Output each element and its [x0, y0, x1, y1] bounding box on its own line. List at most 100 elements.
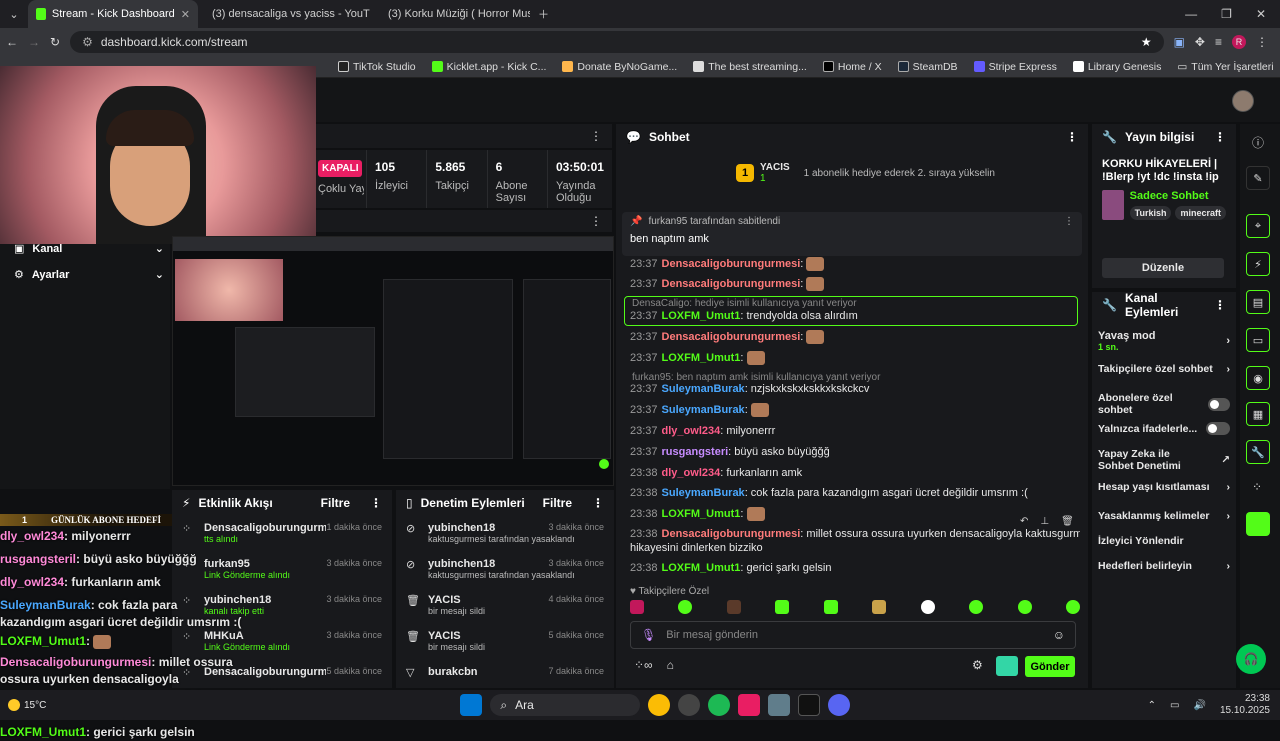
emote-icon[interactable] [823, 600, 838, 614]
profile-avatar[interactable]: R [1232, 35, 1246, 49]
filter-button[interactable]: Filtre [321, 496, 350, 510]
message-user[interactable]: rusgangsteri [662, 446, 729, 458]
chrome-icon[interactable] [648, 694, 671, 716]
maximize-icon[interactable]: ❐ [1221, 7, 1232, 21]
close-icon[interactable]: ✕ [181, 8, 190, 21]
extensions-icon[interactable]: ▣ [1174, 35, 1185, 49]
chat-message[interactable]: 23:38 SuleymanBurak: cok fazla para kazan… [630, 486, 1080, 500]
pin-icon[interactable]: ⊥ [1040, 516, 1049, 534]
windows-start-icon[interactable] [460, 694, 483, 716]
volume-icon[interactable]: 🔊 [1193, 700, 1205, 711]
more-icon[interactable]: ⋮ [1214, 298, 1226, 312]
bookmark-item[interactable]: Library Genesis [1072, 61, 1161, 73]
emote-icon[interactable] [920, 600, 935, 614]
message-user[interactable]: SuleymanBurak [662, 383, 745, 395]
more-icon[interactable]: ⋮ [1066, 130, 1078, 144]
app-icon[interactable] [738, 694, 761, 716]
unpin-icon[interactable]: ⋮ [1064, 216, 1074, 227]
category-name[interactable]: Sadece Sohbet [1130, 190, 1226, 202]
bookmark-item[interactable]: Kicklet.app - Kick C... [431, 61, 546, 73]
action-slow-mode[interactable]: Yavaş mod 1 sn. › [1098, 330, 1230, 352]
focus-icon[interactable]: ⌖ [1246, 214, 1270, 238]
message-user[interactable]: LOXFM_Umut1 [662, 352, 741, 364]
chat-message[interactable]: 23:37 LOXFM_Umut1: [630, 351, 1080, 366]
weather-widget[interactable]: 15°C [8, 699, 46, 711]
clipboard-icon[interactable]: ▤ [1246, 290, 1270, 314]
spotify-icon[interactable] [708, 694, 731, 716]
action-subscribers-only[interactable]: Abonelere özel sohbet [1098, 392, 1230, 416]
url-field[interactable]: ⚙ dashboard.kick.com/stream ★ [70, 31, 1164, 53]
chat-message[interactable]: 23:38 LOXFM_Umut1: gerici şarkı gelsin [630, 561, 1080, 575]
action-emotes-only[interactable]: Yalnızca ifadelerle... [1098, 422, 1230, 435]
chat-message[interactable]: 23:37 SuleymanBurak: [630, 403, 1080, 418]
emote-icon[interactable] [775, 600, 790, 614]
message-user[interactable]: Densacaligoburungurmesi [662, 528, 801, 540]
send-button[interactable]: Gönder [1025, 656, 1075, 677]
moderation-item[interactable]: 🗑 YACIS 5 dakika önce bir mesajı sildi [396, 624, 614, 660]
tag-pill[interactable]: minecraft [1175, 206, 1226, 220]
filter-button[interactable]: Filtre [543, 496, 572, 510]
message-user[interactable]: SuleymanBurak [662, 404, 745, 416]
back-icon[interactable]: ← [6, 35, 18, 49]
more-icon[interactable]: ⋮ [592, 496, 604, 510]
tools-icon[interactable]: ⁘∞ [634, 658, 653, 672]
discord-icon[interactable] [828, 694, 851, 716]
action-raid[interactable]: İzleyici Yönlendir [1098, 535, 1230, 547]
moderation-item[interactable]: ⊘ yubinchen18 3 dakika önce kaktusgurmesi t… [396, 516, 614, 552]
action-goals[interactable]: Hedefleri belirleyin › [1098, 560, 1230, 572]
broadcast-icon[interactable]: ◉ [1246, 366, 1270, 390]
chat-message[interactable]: 23:37 rusgangsteri: büyü asko büyüğğğ [630, 445, 1080, 459]
lightning-icon[interactable]: ⚡ [1246, 252, 1270, 276]
nav-ayarlar[interactable]: ⚙ Ayarlar ⌄ [14, 268, 164, 282]
emote-icon[interactable] [872, 600, 887, 614]
app-icon[interactable] [768, 694, 791, 716]
emote-icon[interactable] [1065, 600, 1080, 614]
emote-icon[interactable] [969, 600, 984, 614]
network-icon[interactable]: ▭ [1170, 700, 1179, 711]
reply-icon[interactable]: ↶ [1020, 516, 1028, 534]
bookmark-item[interactable]: Stripe Express [973, 61, 1057, 73]
user-avatar[interactable] [1232, 90, 1254, 112]
info-icon[interactable]: ⓘ [1252, 134, 1264, 151]
bookmark-item[interactable]: Donate ByNoGame... [562, 61, 677, 73]
tab-youtube-2[interactable]: (3) Korku Müziği ( Horror Musi ✕ [374, 0, 530, 28]
edit-button[interactable]: Düzenle [1102, 258, 1224, 278]
site-info-icon[interactable]: ⚙ [82, 35, 93, 49]
wrench-icon[interactable]: 🔧 [1246, 440, 1270, 464]
media-icon[interactable]: ≡ [1215, 35, 1222, 49]
obs-icon[interactable] [678, 694, 701, 716]
more-icon[interactable]: ⋮ [370, 496, 382, 510]
reload-icon[interactable]: ↻ [50, 35, 60, 49]
printer-icon[interactable]: ▦ [1246, 402, 1270, 426]
moderation-item[interactable]: ⊘ yubinchen18 3 dakika önce kaktusgurmesi t… [396, 552, 614, 588]
chat-message[interactable]: hikayesini dinlerken bizziko [630, 541, 1080, 555]
delete-icon[interactable]: 🗑 [1061, 516, 1074, 534]
chat-message[interactable]: 23:37 Densacaligoburungurmesi: [630, 257, 1080, 272]
support-icon[interactable]: 🎧 [1236, 644, 1266, 674]
bookmark-item[interactable]: Home / X [822, 61, 882, 73]
message-user[interactable]: dly_owl234 [662, 425, 721, 437]
more-icon[interactable]: ⋮ [590, 214, 602, 228]
chat-settings-icon[interactable]: ⚙ [972, 658, 983, 672]
bookmark-item[interactable]: The best streaming... [693, 61, 807, 73]
toggle-switch[interactable] [1206, 422, 1230, 435]
chat-bubble-icon[interactable]: ▭ [1246, 328, 1270, 352]
mic-icon[interactable]: 🎙 [641, 628, 656, 642]
message-user[interactable]: dly_owl234 [662, 467, 721, 479]
bookmark-item[interactable]: TikTok Studio [338, 61, 416, 73]
chat-message[interactable]: 23:38 Densacaligoburungurmesi: millet oss… [630, 527, 1080, 541]
minimize-icon[interactable]: — [1185, 7, 1197, 21]
message-user[interactable]: Densacaligoburungurmesi [662, 258, 801, 270]
chat-message[interactable]: 23:37 dly_owl234: milyonerrr [630, 424, 1080, 438]
chat-message[interactable]: 23:37 SuleymanBurak: nzjskxkskxkskkxkskck… [630, 382, 1080, 396]
puzzle-icon[interactable]: ✥ [1195, 35, 1205, 49]
more-icon[interactable]: ⋮ [1214, 130, 1226, 144]
chat-message[interactable]: 23:37 Densacaligoburungurmesi: [630, 277, 1080, 292]
emote-icon[interactable] [1017, 600, 1032, 614]
bookmark-item[interactable]: SteamDB [897, 61, 958, 73]
toggle-switch[interactable] [1208, 397, 1230, 411]
message-user[interactable]: Densacaligoburungurmesi [662, 278, 801, 290]
emoji-icon[interactable]: ☺ [1053, 628, 1065, 642]
tab-kick-dashboard[interactable]: Stream - Kick Dashboard ✕ [28, 0, 198, 28]
clock[interactable]: 23:38 15.10.2025 [1220, 693, 1270, 717]
